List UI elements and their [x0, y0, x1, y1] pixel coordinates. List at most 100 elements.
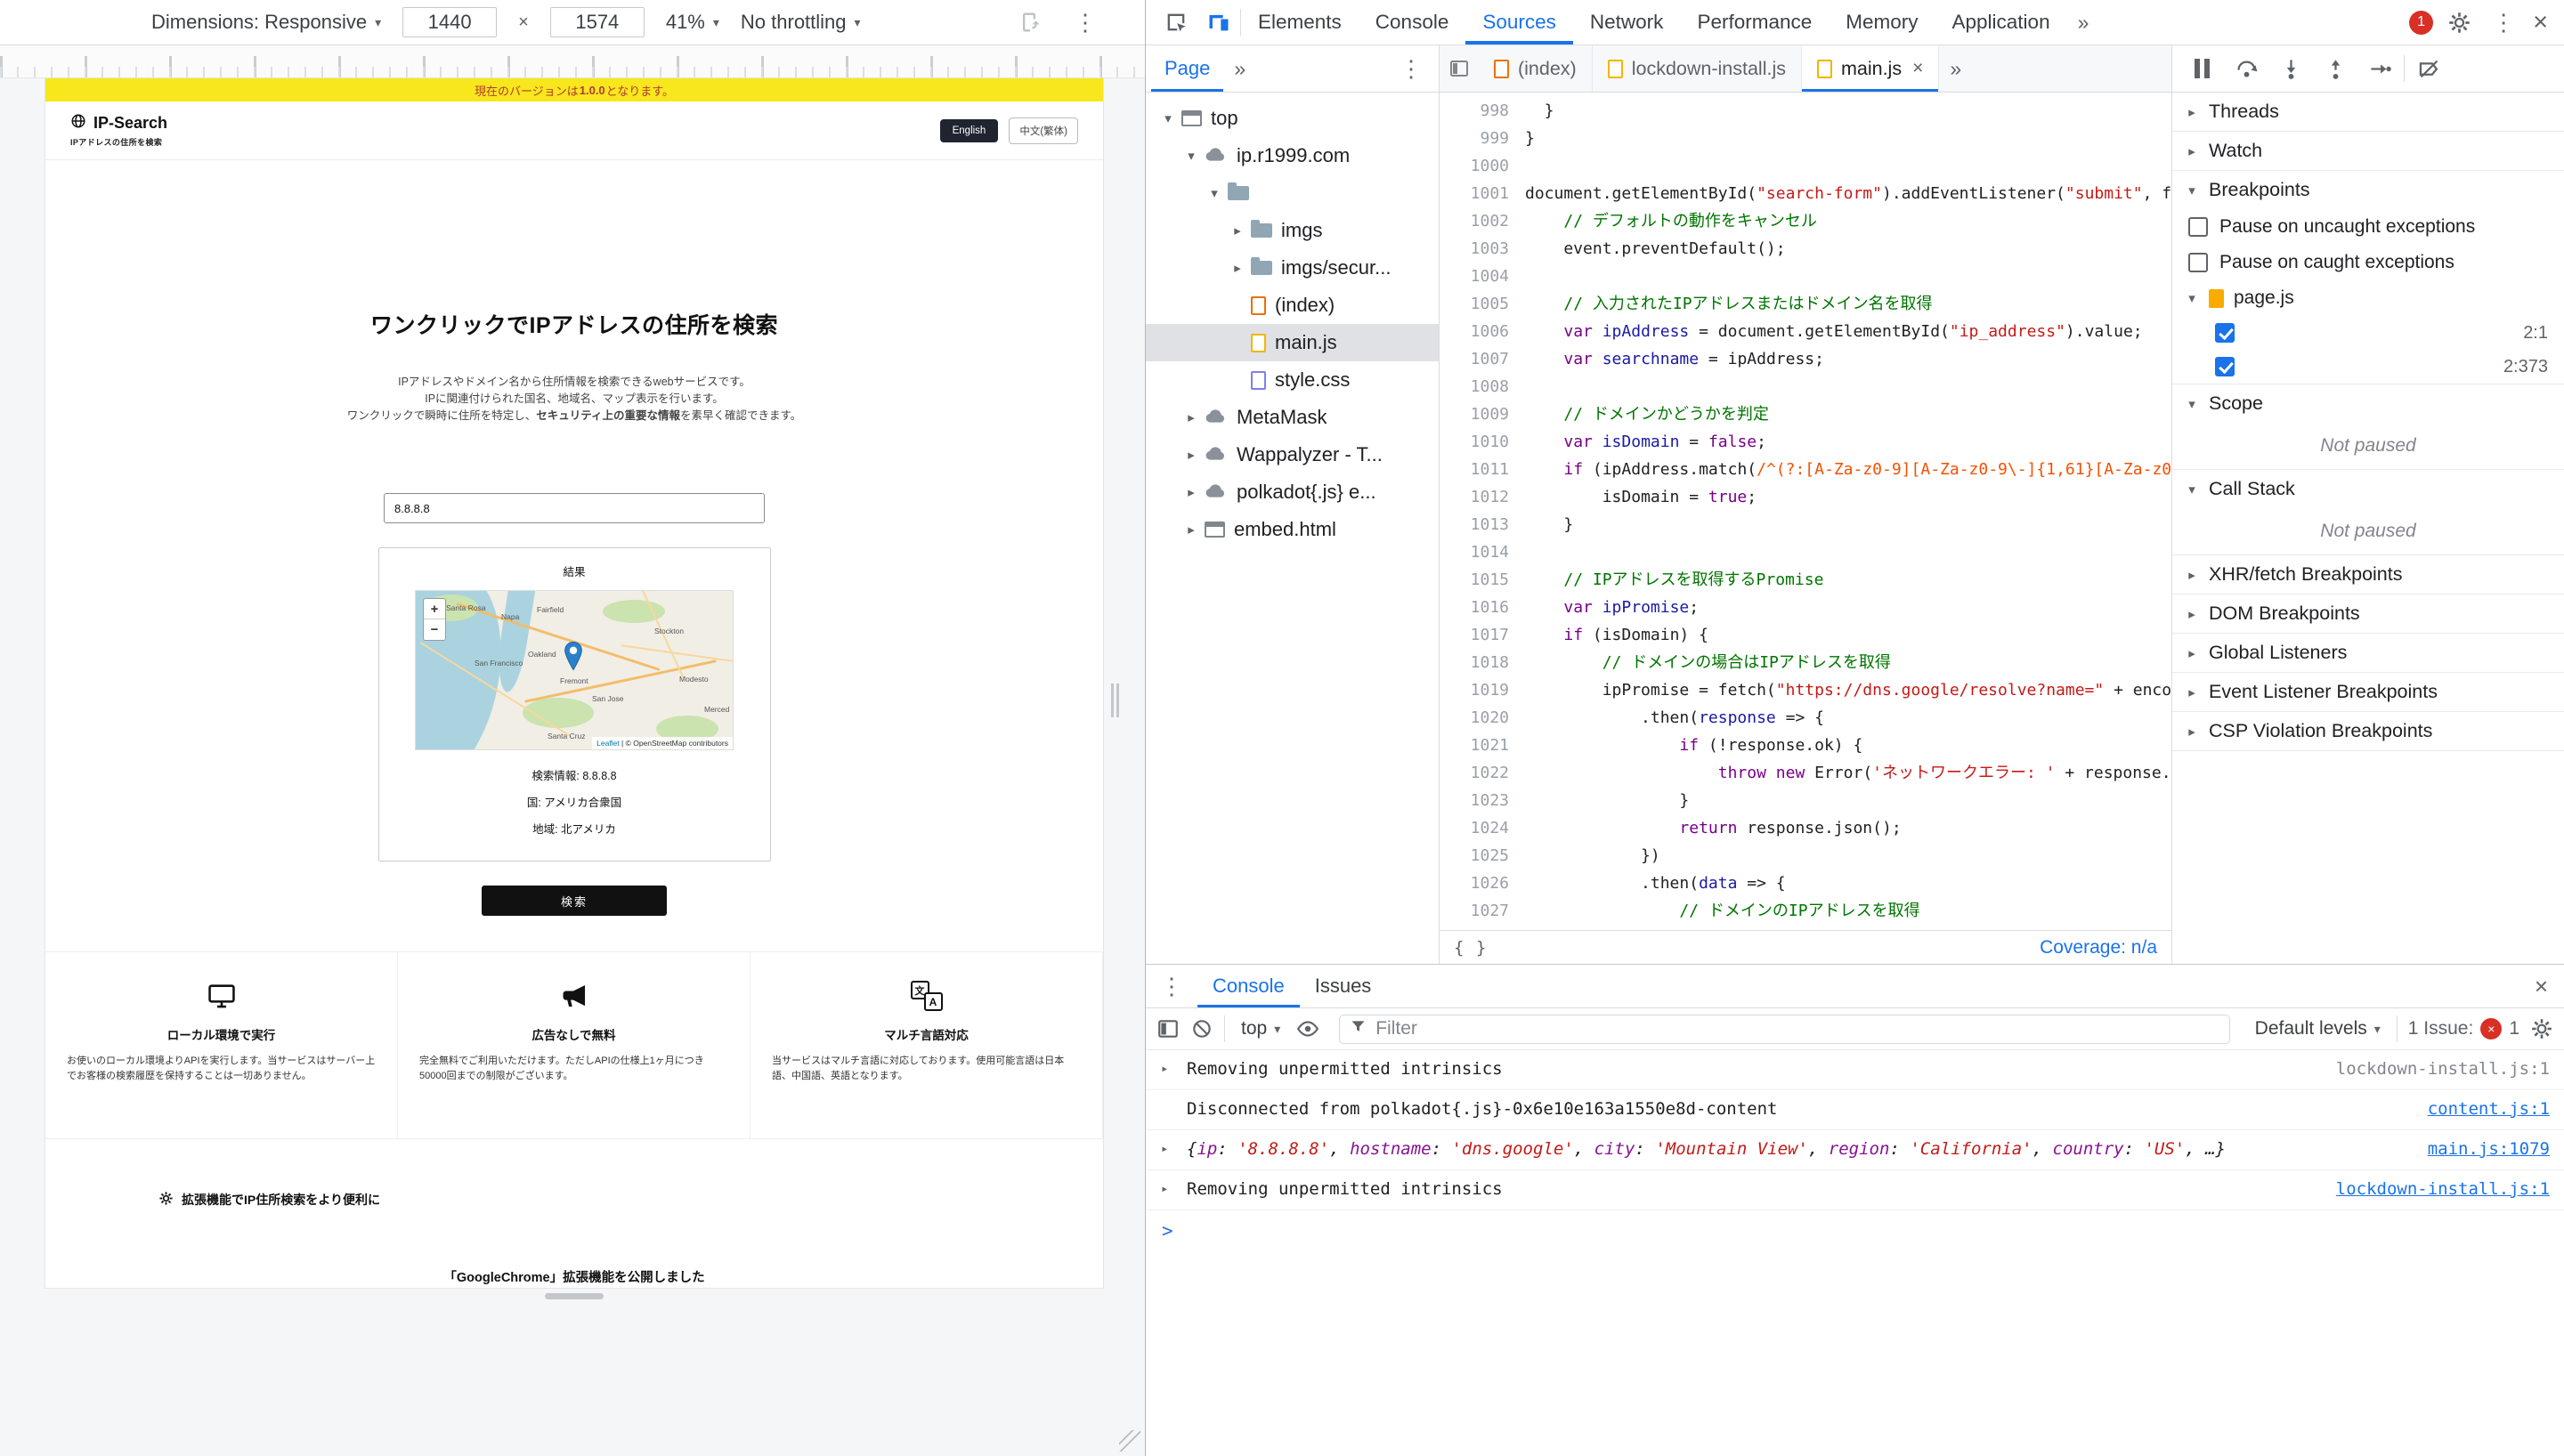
tree-item-imgs/secur...[interactable]: ▸imgs/secur...: [1146, 249, 1439, 287]
console-prompt[interactable]: >: [1146, 1210, 2564, 1242]
device-toolbar-menu-icon[interactable]: ⋮: [1074, 11, 1097, 34]
breakpoint-entry[interactable]: 2:1: [2172, 316, 2564, 350]
tab-sources[interactable]: Sources: [1465, 0, 1573, 44]
expand-triangle-icon[interactable]: ▸: [1161, 1182, 1168, 1196]
section-header-dom-breakpoints[interactable]: ▸DOM Breakpoints: [2172, 595, 2564, 633]
line-number[interactable]: 999: [1440, 125, 1525, 152]
line-number[interactable]: 1016: [1440, 594, 1525, 621]
viewport-resize-handle-right[interactable]: [1111, 684, 1119, 717]
step-over-icon[interactable]: [2226, 51, 2267, 86]
tree-item-(index)[interactable]: (index): [1146, 287, 1439, 324]
lang-english-button[interactable]: English: [940, 119, 999, 142]
breakpoint-entry[interactable]: 2:373: [2172, 350, 2564, 384]
line-number[interactable]: 1024: [1440, 814, 1525, 842]
line-number[interactable]: 1018: [1440, 649, 1525, 676]
tree-item-folder[interactable]: ▾: [1146, 174, 1439, 212]
filter-input[interactable]: [1375, 1018, 2219, 1039]
site-logo[interactable]: IP-Search IPアドレスの住所を検索: [70, 113, 167, 148]
dimensions-select[interactable]: Dimensions: Responsive ▾: [151, 11, 381, 34]
map[interactable]: Santa RosaNapaFairfieldStocktonSan Franc…: [415, 590, 734, 750]
section-header-global-listeners[interactable]: ▸Global Listeners: [2172, 634, 2564, 672]
tab-page[interactable]: Page: [1151, 45, 1223, 92]
line-number[interactable]: 1001: [1440, 180, 1525, 207]
section-header-scope[interactable]: ▾Scope: [2172, 384, 2564, 423]
tab-console[interactable]: Console: [1359, 0, 1466, 44]
console-sidebar-icon[interactable]: [1156, 1017, 1180, 1040]
line-number[interactable]: 998: [1440, 97, 1525, 125]
expand-triangle-icon[interactable]: ▸: [1161, 1062, 1168, 1076]
line-number[interactable]: 1027: [1440, 897, 1525, 925]
map-zoom-in-button[interactable]: +: [424, 599, 445, 619]
show-navigator-icon[interactable]: [1440, 45, 1479, 92]
tree-item-main.js[interactable]: main.js: [1146, 324, 1439, 361]
deactivate-breakpoints-icon[interactable]: [2408, 51, 2449, 86]
breakpoint-checkbox[interactable]: [2215, 357, 2235, 376]
tree-item-style.css[interactable]: style.css: [1146, 361, 1439, 399]
drawer-menu-icon[interactable]: ⋮: [1146, 975, 1197, 998]
tab-memory[interactable]: Memory: [1829, 0, 1935, 44]
line-number[interactable]: 1014: [1440, 538, 1525, 566]
section-header-threads[interactable]: ▸Threads: [2172, 93, 2564, 131]
section-header-csp-violation-breakpoints[interactable]: ▸CSP Violation Breakpoints: [2172, 712, 2564, 750]
throttling-select[interactable]: No throttling ▾: [741, 11, 861, 34]
step-icon[interactable]: [2359, 51, 2400, 86]
exception-checkbox-row[interactable]: Pause on caught exceptions: [2172, 245, 2564, 280]
line-number[interactable]: 1017: [1440, 621, 1525, 649]
ip-address-input[interactable]: [384, 493, 765, 523]
eye-icon[interactable]: [1296, 1017, 1319, 1040]
line-number[interactable]: 1002: [1440, 207, 1525, 235]
source-location-link[interactable]: content.js:1: [2428, 1099, 2550, 1119]
navigator-menu-icon[interactable]: ⋮: [1391, 57, 1432, 80]
expand-triangle-icon[interactable]: ▸: [1161, 1142, 1168, 1156]
issues-counter[interactable]: 1 Issue: × 1: [2408, 1018, 2519, 1039]
lang-chinese-button[interactable]: 中文(繁体): [1009, 117, 1078, 144]
tree-item-polkadot{.js} e...[interactable]: ▸polkadot{.js} e...: [1146, 473, 1439, 511]
checkbox[interactable]: [2188, 253, 2208, 272]
step-out-icon[interactable]: [2315, 51, 2356, 86]
tree-item-imgs[interactable]: ▸imgs: [1146, 212, 1439, 249]
context-selector[interactable]: top ▾: [1236, 1018, 1286, 1039]
line-number[interactable]: 1026: [1440, 870, 1525, 897]
more-panels-icon[interactable]: »: [2067, 0, 2100, 44]
devtools-menu-icon[interactable]: ⋮: [2485, 11, 2522, 34]
viewport-width-input[interactable]: [402, 7, 497, 37]
line-number[interactable]: 1011: [1440, 456, 1525, 483]
map-zoom-out-button[interactable]: −: [424, 619, 445, 640]
line-number[interactable]: 1023: [1440, 787, 1525, 814]
coverage-link[interactable]: Coverage: n/a: [2040, 937, 2157, 959]
line-number[interactable]: 1021: [1440, 732, 1525, 759]
line-number[interactable]: 1013: [1440, 511, 1525, 538]
tree-item-ip.r1999.com[interactable]: ▾ip.r1999.com: [1146, 137, 1439, 174]
tab-application[interactable]: Application: [1935, 0, 2067, 44]
tab-console[interactable]: Console: [1197, 965, 1300, 1007]
tree-item-top[interactable]: ▾top: [1146, 100, 1439, 137]
section-header-watch[interactable]: ▸Watch: [2172, 132, 2564, 170]
rotate-viewport-icon[interactable]: [1017, 10, 1042, 35]
line-number[interactable]: 1008: [1440, 373, 1525, 400]
pause-script-icon[interactable]: [2181, 51, 2222, 86]
tree-item-MetaMask[interactable]: ▸MetaMask: [1146, 399, 1439, 436]
close-drawer-icon[interactable]: ×: [2519, 973, 2564, 1000]
log-levels-select[interactable]: Default levels ▾: [2250, 1018, 2386, 1039]
leaflet-link[interactable]: Leaflet: [596, 739, 620, 748]
console-message[interactable]: ▸Removing unpermitted intrinsicslockdown…: [1146, 1050, 2564, 1090]
more-file-tabs-icon[interactable]: »: [1939, 45, 1972, 92]
console-message[interactable]: Disconnected from polkadot{.js}-0x6e10e1…: [1146, 1090, 2564, 1130]
line-number[interactable]: 1012: [1440, 483, 1525, 511]
file-tab-main.js[interactable]: main.js×: [1802, 45, 1939, 92]
tree-item-embed.html[interactable]: ▸embed.html: [1146, 511, 1439, 548]
line-number[interactable]: 1004: [1440, 263, 1525, 290]
viewport-height-input[interactable]: [550, 7, 645, 37]
line-number[interactable]: 1009: [1440, 400, 1525, 428]
close-devtools-icon[interactable]: ×: [2527, 10, 2553, 36]
section-header-xhr-fetch-breakpoints[interactable]: ▸XHR/fetch Breakpoints: [2172, 555, 2564, 594]
clear-console-icon[interactable]: [1190, 1017, 1213, 1040]
breakpoint-file-group[interactable]: ▾page.js: [2172, 280, 2564, 316]
source-location-link[interactable]: lockdown-install.js:1: [2336, 1179, 2550, 1199]
source-location-link[interactable]: lockdown-install.js:1: [2336, 1059, 2550, 1079]
tab-performance[interactable]: Performance: [1680, 0, 1829, 44]
line-number[interactable]: 1003: [1440, 235, 1525, 263]
step-into-icon[interactable]: [2270, 51, 2311, 86]
tab-issues[interactable]: Issues: [1300, 965, 1387, 1007]
device-toolbar-toggle-icon[interactable]: [1197, 0, 1240, 44]
